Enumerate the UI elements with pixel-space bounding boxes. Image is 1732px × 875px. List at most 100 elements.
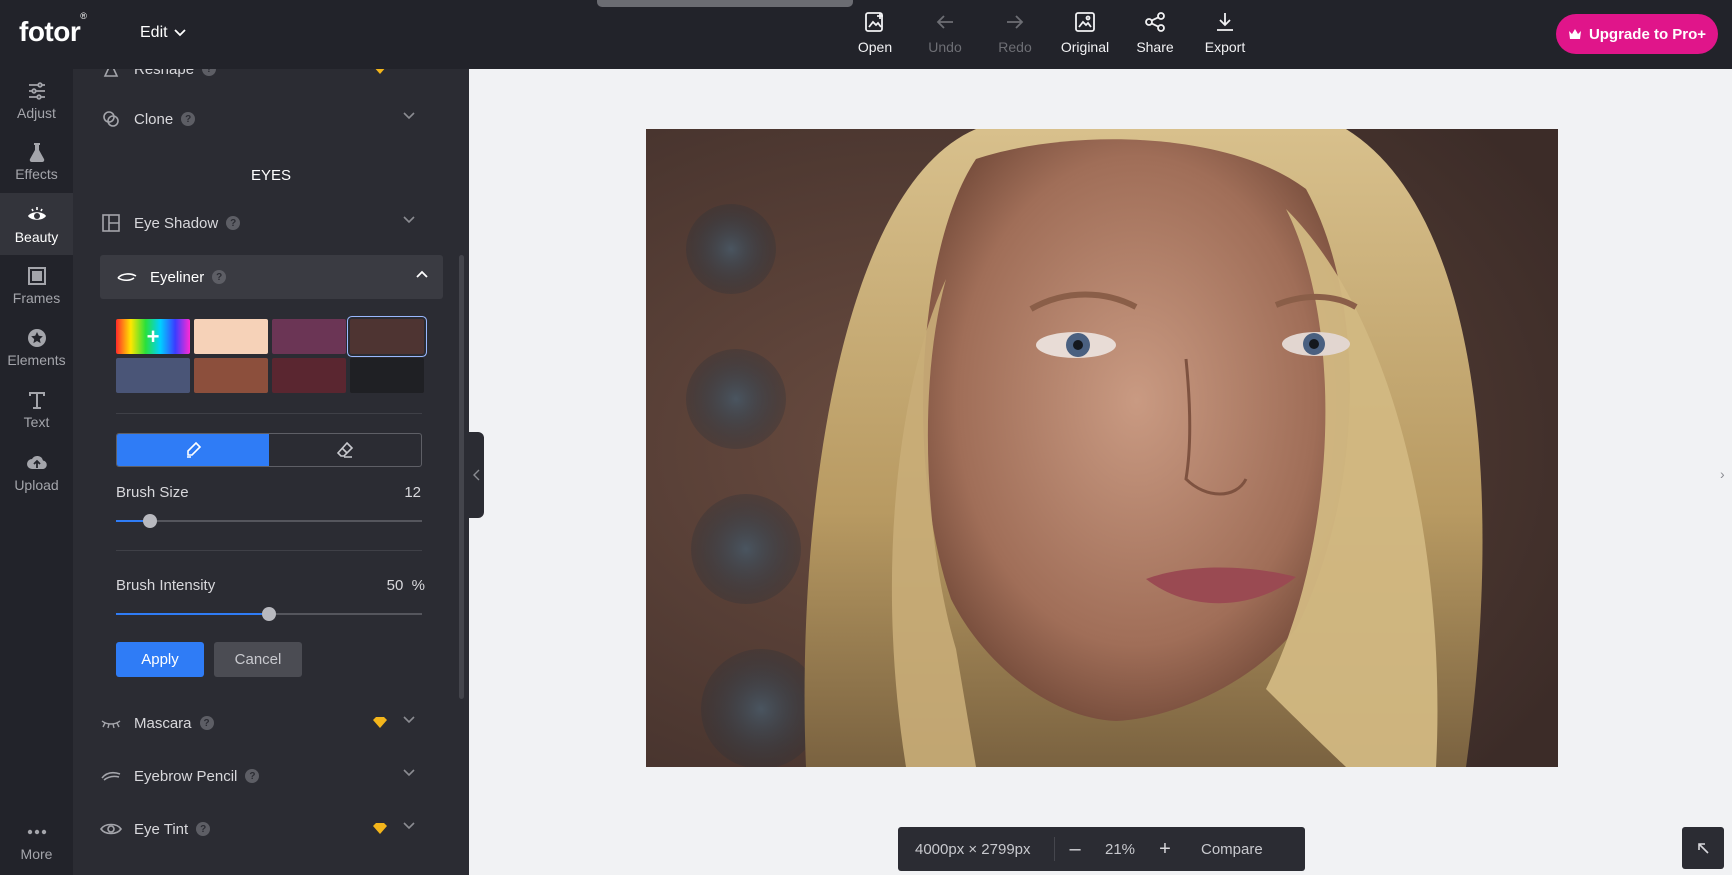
help-icon[interactable]: ? xyxy=(196,822,211,836)
nav-effects-label: Effects xyxy=(15,165,58,182)
brush-size-slider-thumb[interactable] xyxy=(142,514,157,528)
brush-mode-toggle xyxy=(116,433,422,467)
share-button[interactable]: Share xyxy=(1120,10,1190,55)
color-swatch[interactable] xyxy=(350,358,424,393)
upgrade-button[interactable]: Upgrade to Pro+ xyxy=(1556,14,1718,54)
color-swatch[interactable] xyxy=(194,319,268,354)
open-button[interactable]: Open xyxy=(840,10,910,55)
mascara-icon xyxy=(100,712,122,734)
eyeliner-row[interactable]: Eyeliner ? xyxy=(100,255,443,299)
eye-tint-icon xyxy=(100,818,122,840)
collapse-panel-button[interactable] xyxy=(469,432,484,518)
brush-intensity-unit: % xyxy=(411,577,425,594)
help-icon[interactable]: ? xyxy=(212,270,227,284)
crown-icon xyxy=(1568,29,1581,39)
beauty-panel: Reshape ? Clone ? EYES Eye Shadow ? Eyel… xyxy=(73,69,469,875)
eye-tint-row[interactable]: Eye Tint ? xyxy=(100,807,415,851)
cancel-button[interactable]: Cancel xyxy=(214,642,302,677)
chevron-down-icon xyxy=(403,822,415,830)
clone-icon xyxy=(100,108,122,130)
nav-adjust[interactable]: Adjust xyxy=(0,71,73,129)
original-button[interactable]: Original xyxy=(1050,10,1120,55)
eyes-section-title: EYES xyxy=(250,167,292,184)
color-swatch[interactable] xyxy=(116,358,190,393)
chevron-up-icon xyxy=(416,270,428,278)
chevron-down-icon xyxy=(173,29,186,37)
compare-button[interactable]: Compare xyxy=(1185,841,1263,858)
redo-button[interactable]: Redo xyxy=(980,10,1050,55)
help-icon[interactable]: ? xyxy=(226,216,241,230)
nav-elements-label: Elements xyxy=(7,351,66,368)
help-icon[interactable]: ? xyxy=(202,69,217,76)
panel-scrollbar[interactable] xyxy=(459,255,464,699)
main-toolbar: Open Undo Redo Original Share Export xyxy=(840,10,1260,55)
help-icon[interactable]: ? xyxy=(199,716,214,730)
nav-effects[interactable]: Effects xyxy=(0,132,73,190)
chevron-down-icon xyxy=(403,112,415,120)
color-swatch[interactable] xyxy=(350,319,424,354)
chevron-right-icon[interactable]: › xyxy=(1720,466,1725,482)
brush-icon xyxy=(187,441,202,458)
eyebrow-pencil-row[interactable]: Eyebrow Pencil ? xyxy=(100,754,415,798)
divider xyxy=(116,550,422,551)
chevron-down-icon xyxy=(408,69,410,70)
nav-more-label: More xyxy=(20,845,53,862)
arrow-up-left-icon xyxy=(1698,843,1709,854)
drag-handle[interactable] xyxy=(597,0,853,7)
mascara-row[interactable]: Mascara ? xyxy=(100,701,415,745)
eyebrow-icon xyxy=(100,765,122,787)
canvas-status-bar: 4000px × 2799px – 21% + Compare xyxy=(898,827,1305,871)
reshape-row[interactable]: Reshape ? xyxy=(100,69,415,91)
nav-text-label: Text xyxy=(23,413,50,430)
sliders-icon xyxy=(28,81,45,100)
brush-intensity-value: 50 % xyxy=(387,577,425,594)
color-swatch[interactable] xyxy=(272,319,346,354)
custom-color-swatch[interactable]: + xyxy=(116,319,190,354)
brush-intensity-slider-thumb[interactable] xyxy=(262,607,276,621)
open-label: Open xyxy=(857,39,893,55)
undo-button[interactable]: Undo xyxy=(910,10,980,55)
nav-upload[interactable]: Upload xyxy=(0,443,73,501)
help-icon[interactable]: ? xyxy=(181,112,196,126)
nav-frames[interactable]: Frames xyxy=(0,256,73,314)
more-dots-icon xyxy=(27,829,46,834)
brush-mode-button[interactable] xyxy=(117,434,269,466)
text-icon xyxy=(28,391,45,409)
flask-icon xyxy=(29,142,44,162)
fit-screen-button[interactable] xyxy=(1682,827,1724,869)
portrait-photo-image xyxy=(646,129,1558,767)
brush-intensity-slider[interactable] xyxy=(116,607,422,621)
portrait-photo[interactable] xyxy=(646,129,1558,767)
left-nav: Adjust Effects Beauty Frames Elements Te… xyxy=(0,69,73,875)
brush-intensity-label: Brush Intensity xyxy=(116,577,216,594)
apply-button[interactable]: Apply xyxy=(116,642,204,677)
clone-row[interactable]: Clone ? xyxy=(100,97,415,141)
eraser-icon xyxy=(336,441,354,458)
original-image-icon xyxy=(1075,12,1095,32)
eye-icon xyxy=(27,206,46,220)
nav-elements[interactable]: Elements xyxy=(0,318,73,376)
nav-text[interactable]: Text xyxy=(0,380,73,438)
image-dimensions: 4000px × 2799px xyxy=(915,840,1031,858)
brush-size-slider[interactable] xyxy=(116,514,422,528)
zoom-out-button[interactable]: – xyxy=(1055,838,1095,861)
eye-shadow-label: Eye Shadow xyxy=(134,214,219,232)
color-swatch[interactable] xyxy=(194,358,268,393)
fotor-logo[interactable]: fotor® xyxy=(19,11,87,48)
help-icon[interactable]: ? xyxy=(245,769,260,783)
chevron-down-icon xyxy=(403,769,415,777)
share-icon xyxy=(1145,12,1165,32)
clone-label: Clone xyxy=(134,110,174,128)
nav-more[interactable]: More xyxy=(0,812,73,870)
eye-shadow-row[interactable]: Eye Shadow ? xyxy=(100,201,415,245)
edit-menu[interactable]: Edit xyxy=(140,24,186,42)
share-label: Share xyxy=(1136,39,1174,55)
color-swatch[interactable] xyxy=(272,358,346,393)
export-label: Export xyxy=(1204,39,1246,55)
nav-beauty[interactable]: Beauty xyxy=(0,193,73,255)
export-button[interactable]: Export xyxy=(1190,10,1260,55)
eraser-mode-button[interactable] xyxy=(269,434,421,466)
redo-label: Redo xyxy=(998,39,1032,55)
cloud-upload-icon xyxy=(26,455,47,469)
zoom-in-button[interactable]: + xyxy=(1145,838,1185,861)
